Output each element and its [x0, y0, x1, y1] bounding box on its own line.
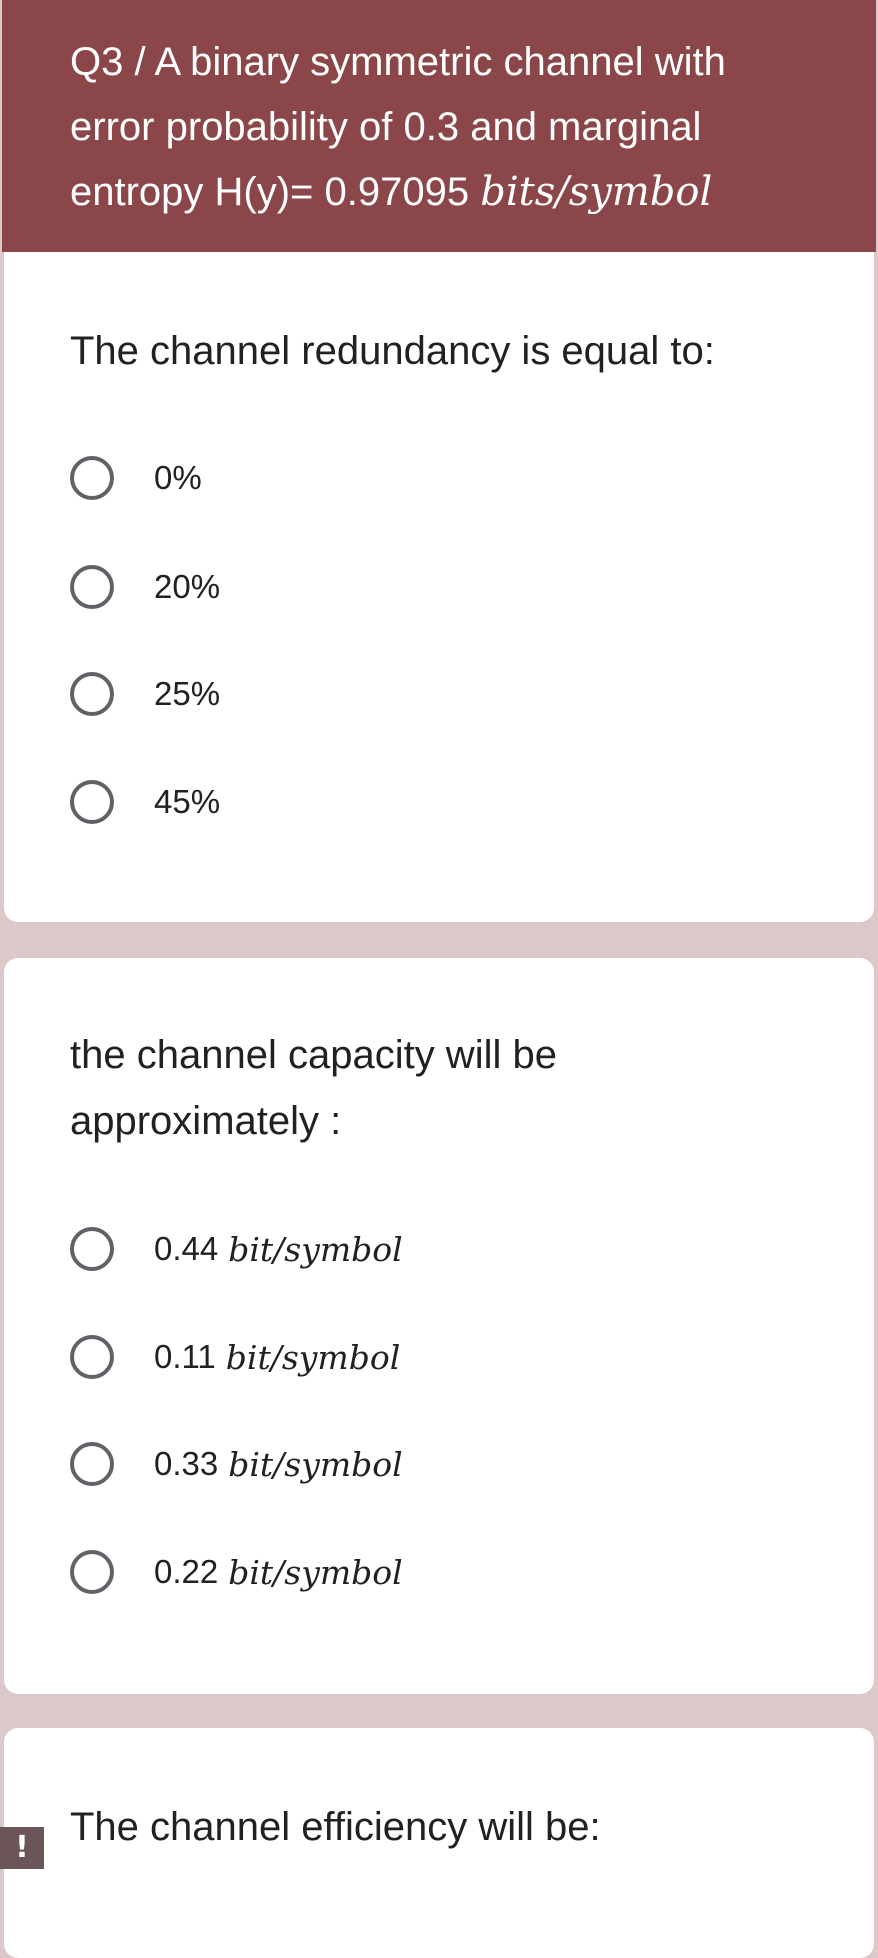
- question-card-capacity: the channel capacity will be approximate…: [4, 958, 874, 1694]
- section-header: Q3 / A binary symmetric channel with err…: [2, 0, 876, 252]
- option-label: 0.33: [154, 1445, 219, 1482]
- option-redundancy-45[interactable]: 45%: [70, 774, 220, 830]
- radio-unchecked-icon[interactable]: [70, 1442, 114, 1486]
- question-prompt: The channel efficiency will be:: [70, 1805, 601, 1849]
- question-card-redundancy: The channel redundancy is equal to: 0% 2…: [4, 252, 874, 922]
- option-label: 0.11: [154, 1338, 216, 1375]
- option-redundancy-20[interactable]: 20%: [70, 559, 220, 615]
- option-label: 0.22: [154, 1553, 219, 1590]
- option-unit: bit/symbol: [228, 1229, 403, 1269]
- option-capacity-011[interactable]: 0.11 bit/symbol: [70, 1329, 400, 1385]
- option-redundancy-0[interactable]: 0%: [70, 450, 202, 506]
- radio-unchecked-icon[interactable]: [70, 672, 114, 716]
- radio-unchecked-icon[interactable]: [70, 456, 114, 500]
- section-title-unit: bits/symbol: [480, 169, 713, 215]
- option-unit: bit/symbol: [225, 1337, 401, 1377]
- question-card-efficiency: The channel efficiency will be:: [4, 1728, 874, 1958]
- radio-unchecked-icon[interactable]: [70, 1227, 114, 1271]
- option-capacity-033[interactable]: 0.33 bit/symbol: [70, 1436, 403, 1492]
- option-label: 0.44: [154, 1230, 219, 1267]
- option-label: 0%: [154, 459, 202, 496]
- question-prompt: the channel capacity will be approximate…: [70, 1033, 557, 1143]
- exclamation-icon[interactable]: !: [0, 1827, 44, 1869]
- option-unit: bit/symbol: [228, 1552, 403, 1592]
- option-label: 45%: [154, 783, 221, 820]
- question-prompt: The channel redundancy is equal to:: [70, 329, 715, 373]
- radio-unchecked-icon[interactable]: [70, 780, 114, 824]
- option-unit: bit/symbol: [228, 1444, 403, 1484]
- option-label: 25%: [154, 675, 221, 712]
- option-capacity-044[interactable]: 0.44 bit/symbol: [70, 1221, 403, 1277]
- option-label: 20%: [154, 568, 221, 605]
- radio-unchecked-icon[interactable]: [70, 1550, 114, 1594]
- section-title: Q3 / A binary symmetric channel with err…: [70, 30, 816, 225]
- option-capacity-022[interactable]: 0.22 bit/symbol: [70, 1544, 403, 1600]
- radio-unchecked-icon[interactable]: [70, 1335, 114, 1379]
- radio-unchecked-icon[interactable]: [70, 565, 114, 609]
- option-redundancy-25[interactable]: 25%: [70, 666, 220, 722]
